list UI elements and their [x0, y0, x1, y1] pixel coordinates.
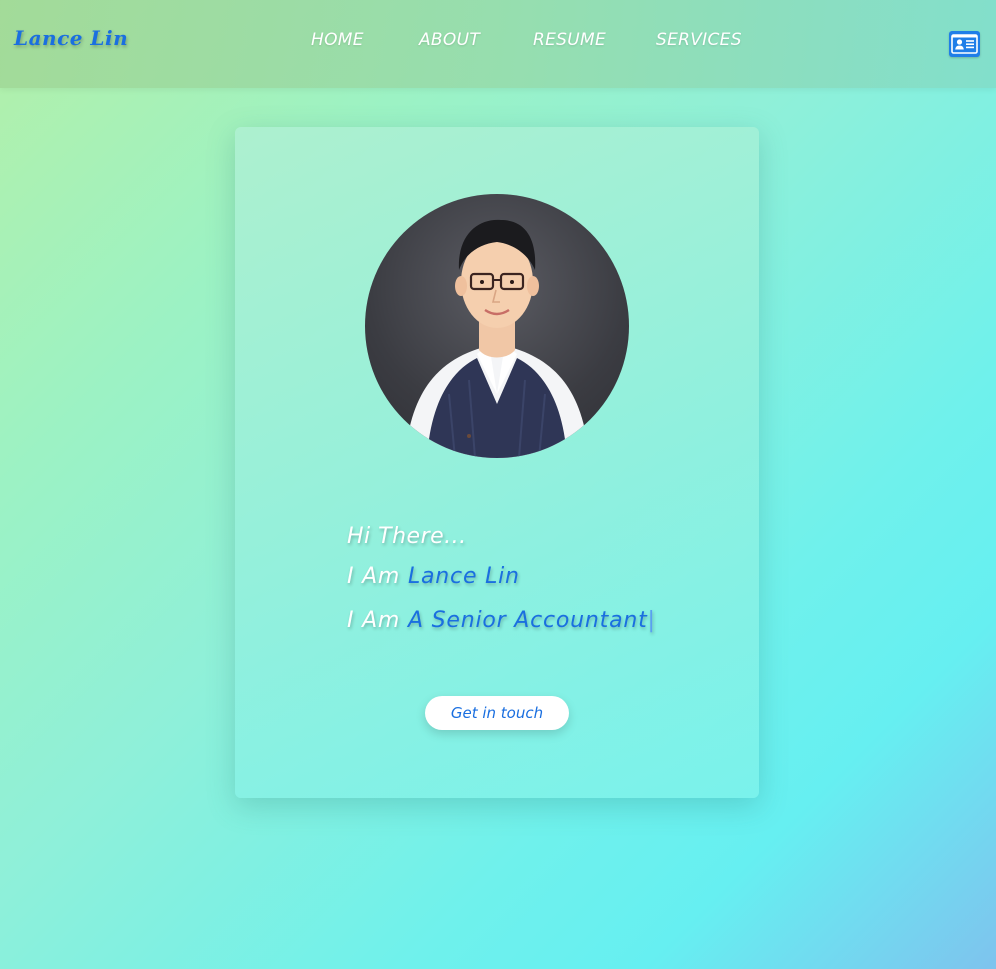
hero-card: Hi There... I Am Lance Lin I Am A Senior… [235, 127, 759, 798]
nav-item-services[interactable]: SERVICES [656, 30, 742, 50]
intro-text: Hi There... I Am Lance Lin I Am A Senior… [347, 519, 727, 643]
name-prefix: I Am [347, 564, 401, 589]
role-line: I Am A Senior Accountant| [347, 599, 727, 643]
person-portrait-icon [405, 219, 589, 458]
name-highlight: Lance Lin [407, 564, 520, 589]
profile-photo [365, 194, 629, 458]
name-line: I Am Lance Lin [347, 555, 727, 599]
typing-cursor: | [647, 608, 656, 633]
contact-card-icon [951, 34, 978, 54]
role-highlight: A Senior Accountant [407, 608, 648, 633]
nav-item-home[interactable]: HOME [311, 30, 364, 50]
nav-item-about[interactable]: ABOUT [419, 30, 480, 50]
main-nav: HOME ABOUT RESUME SERVICES [0, 30, 996, 54]
top-navbar: Lance Lin HOME ABOUT RESUME SERVICES [0, 0, 996, 88]
role-prefix: I Am [347, 608, 401, 633]
contact-card-button[interactable] [949, 31, 980, 57]
nav-item-resume[interactable]: RESUME [533, 30, 606, 50]
get-in-touch-button[interactable]: Get in touch [425, 696, 569, 730]
greeting-text: Hi There... [347, 524, 467, 549]
